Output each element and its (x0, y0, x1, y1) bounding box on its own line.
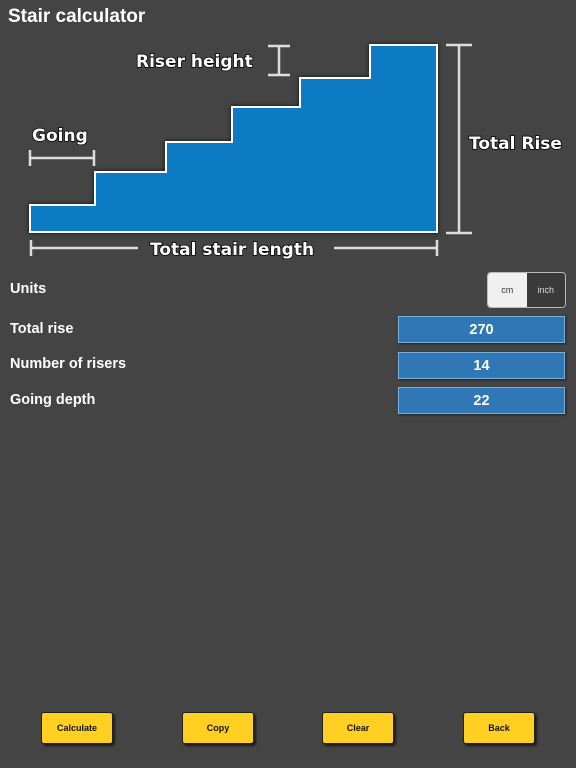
total-rise-input[interactable]: 270 (398, 316, 565, 343)
back-button[interactable]: Back (463, 712, 535, 744)
units-label: Units (10, 281, 47, 297)
going-label: Going (32, 126, 88, 146)
riser-height-dimension (268, 44, 290, 77)
unit-option-inch[interactable]: inch (526, 273, 565, 307)
total-rise-field-label: Total rise (10, 321, 74, 337)
going-depth-label: Going depth (10, 392, 96, 408)
number-of-risers-input[interactable]: 14 (398, 352, 565, 379)
total-length-label: Total stair length (150, 240, 314, 260)
unit-option-cm[interactable]: cm (488, 273, 527, 307)
going-dimension (28, 150, 96, 166)
stair-diagram: Riser height Going Total Rise Total stai… (28, 43, 563, 261)
stair-calculator-screen: Stair calculator Riser height Going Tota… (0, 0, 576, 768)
number-of-risers-label: Number of risers (10, 356, 127, 372)
riser-height-label: Riser height (136, 52, 253, 72)
going-depth-input[interactable]: 22 (398, 387, 565, 414)
calculate-button[interactable]: Calculate (41, 712, 113, 744)
total-rise-label: Total Rise (469, 134, 562, 154)
clear-button[interactable]: Clear (322, 712, 394, 744)
units-toggle[interactable]: cm inch (487, 272, 566, 308)
copy-button[interactable]: Copy (182, 712, 254, 744)
staircase-shape (29, 44, 438, 233)
